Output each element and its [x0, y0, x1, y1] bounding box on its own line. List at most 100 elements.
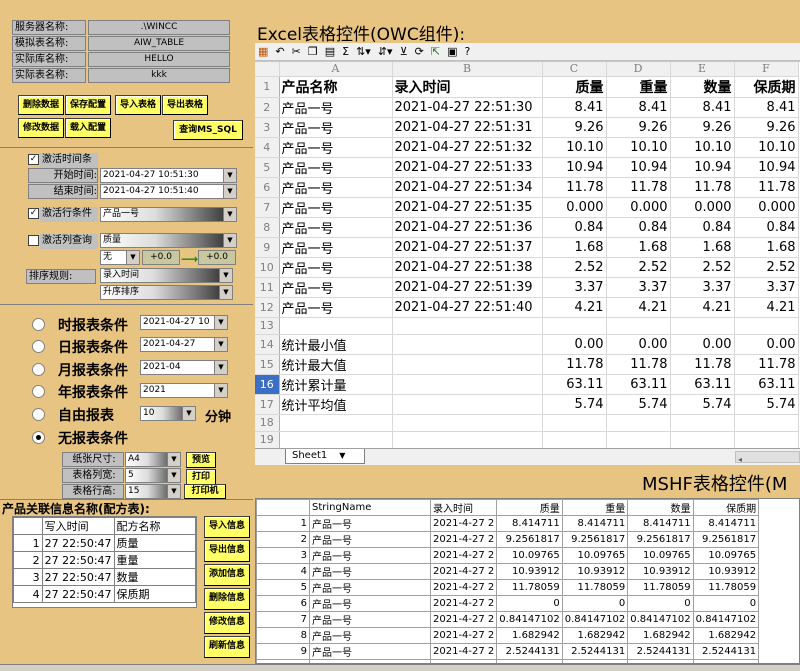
table-row[interactable]: 9 产品一号 2021-4-27 2 2.5244131 2.5244131 2.5244…	[256, 643, 760, 660]
table-row[interactable]: 2 产品一号 2021-4-27 2 9.2561817 9.2561817 9.2561…	[256, 531, 760, 548]
cell[interactable]: 0.84147102	[496, 611, 563, 628]
cell[interactable]: 2.52	[606, 257, 671, 278]
table-row[interactable]: 1 27 22:50:47 质量	[13, 534, 196, 552]
cell[interactable]: 10.94	[670, 157, 735, 178]
year-report-radio[interactable]	[32, 385, 45, 398]
delete-info-button[interactable]: 删除信息	[204, 588, 250, 610]
month-report-radio[interactable]	[32, 363, 45, 376]
table-row[interactable]: 4 产品一号 2021-04-27 22:51:32 10.10 10.10 10.10 1…	[255, 137, 799, 158]
table-row[interactable]: 16 统计累计量 63.11 63.11 63.11 63.11	[255, 374, 799, 395]
cell[interactable]	[606, 317, 671, 335]
autosum-icon[interactable]: Σ	[342, 45, 349, 58]
cell[interactable]: 9.26	[606, 117, 671, 138]
cell[interactable]: 1.682942	[561, 627, 629, 644]
import-info-button[interactable]: 导入信息	[204, 516, 250, 538]
row-header[interactable]: 3	[255, 117, 280, 138]
cell[interactable]	[279, 431, 393, 448]
edit-data-button[interactable]: 修改数据	[18, 118, 64, 138]
start-time-picker[interactable]: 2021-04-27 10:51:30 ▼	[100, 168, 237, 183]
cell[interactable]: 录入时间	[392, 76, 543, 98]
cell[interactable]: 11.78	[542, 354, 607, 375]
chevron-down-icon[interactable]: ▼	[223, 208, 236, 221]
cell[interactable]: 2021-04-27 22:51:39	[392, 277, 543, 298]
cell[interactable]: 3.37	[606, 277, 671, 298]
cell[interactable]: 2.52	[670, 257, 735, 278]
sort-descending-icon[interactable]: ⇵▾	[378, 45, 393, 58]
row-header[interactable]: 9	[255, 237, 280, 258]
row-header[interactable]: 4	[255, 137, 280, 158]
table-row[interactable]: 2 27 22:50:47 重量	[13, 551, 196, 569]
cell[interactable]: 1.682942	[496, 627, 563, 644]
sort-field-select[interactable]: 录入时间 ▼	[100, 268, 233, 283]
cell[interactable]: 10.09765	[692, 547, 760, 564]
load-config-button[interactable]: 载入配置	[65, 118, 111, 138]
cell[interactable]: 0.84	[542, 217, 607, 238]
column-header[interactable]: A	[279, 62, 393, 77]
cell[interactable]: 0.84	[734, 217, 799, 238]
cell[interactable]: 0	[627, 595, 694, 612]
cell[interactable]: 9.2561817	[692, 531, 760, 548]
paper-size-select[interactable]: A4 ▼	[125, 452, 181, 467]
cell[interactable]	[734, 414, 799, 432]
add-info-button[interactable]: 添加信息	[204, 564, 250, 586]
cell[interactable]: 8.41	[734, 97, 799, 118]
cell[interactable]: 产品一号	[279, 97, 393, 118]
cell[interactable]: 产品一号	[309, 563, 431, 580]
cell[interactable]: 0	[692, 595, 760, 612]
cell[interactable]: 9.2561817	[561, 531, 629, 548]
cell[interactable]: 2021-4-27 2	[429, 547, 498, 564]
table-row[interactable]: 5 产品一号 2021-4-27 2 11.78059 11.78059 11.78059…	[256, 579, 760, 596]
row-header[interactable]: 18	[255, 414, 280, 432]
month-report-picker[interactable]: 2021-04 ▼	[140, 360, 228, 375]
cell[interactable]: 0.00	[542, 334, 607, 355]
cell[interactable]: 0.84147102	[692, 611, 760, 628]
cell[interactable]	[542, 431, 607, 448]
cell[interactable]: 10.93912	[561, 563, 629, 580]
table-row[interactable]: 6 产品一号 2021-04-27 22:51:34 11.78 11.78 11.78 1…	[255, 177, 799, 198]
excel-spreadsheet[interactable]: ABCDEF 1 产品名称 录入时间 质量 重量 数量 保质期 2 产品一号 2021-04-27…	[255, 62, 800, 448]
col-query-checkbox[interactable]	[28, 235, 39, 246]
cell[interactable]: 63.11	[606, 374, 671, 395]
cell[interactable]: 2021-04-27 22:51:37	[392, 237, 543, 258]
chevron-down-icon[interactable]: ▼	[167, 469, 180, 482]
cell[interactable]: 产品一号	[309, 515, 431, 532]
grid-header[interactable]: 质量	[496, 499, 563, 516]
cell[interactable]: 8.41	[606, 97, 671, 118]
cell[interactable]: 9.2561817	[496, 531, 563, 548]
free-report-radio[interactable]	[32, 408, 45, 421]
grid-header[interactable]: 保质期	[692, 499, 760, 516]
chevron-down-icon[interactable]: ▼	[182, 407, 195, 420]
cell[interactable]: 11.78	[670, 177, 735, 198]
cell[interactable]: 1.682942	[692, 627, 760, 644]
chevron-down-icon[interactable]: ▼	[223, 169, 236, 182]
cell[interactable]	[392, 394, 543, 415]
cell[interactable]: 产品一号	[279, 157, 393, 178]
row-header[interactable]: 12	[255, 297, 280, 318]
cell[interactable]: 2021-4-27 2	[429, 643, 498, 660]
row-header[interactable]: 17	[255, 394, 280, 415]
cell[interactable]: 3.37	[670, 277, 735, 298]
cell[interactable]: 2021-04-27 22:51:33	[392, 157, 543, 178]
cell[interactable]: 产品一号	[309, 579, 431, 596]
col-query-select[interactable]: 质量 ▼	[100, 233, 237, 248]
cell[interactable]: 1.682942	[627, 627, 694, 644]
cell[interactable]: 11.78059	[692, 579, 760, 596]
export-table-button[interactable]: 导出表格	[162, 95, 208, 115]
row-header[interactable]: 14	[255, 334, 280, 355]
print-button[interactable]: 打印	[186, 469, 216, 485]
cell[interactable]: 10.09765	[496, 547, 563, 564]
cell[interactable]: 产品一号	[279, 217, 393, 238]
cell[interactable]: 2.5244131	[627, 643, 694, 660]
cell[interactable]: 2021-4-27 2	[429, 611, 498, 628]
cell[interactable]: 产品一号	[309, 531, 431, 548]
cell[interactable]: 0.00	[670, 334, 735, 355]
cell[interactable]: 2021-04-27 22:51:30	[392, 97, 543, 118]
cell[interactable]: 10.09765	[627, 547, 694, 564]
scroll-left-icon[interactable]: ◂	[738, 455, 742, 464]
cell[interactable]: 1.68	[542, 237, 607, 258]
cell[interactable]: 2021-04-27 22:51:31	[392, 117, 543, 138]
chevron-down-icon[interactable]: ▼	[339, 451, 345, 460]
cell[interactable]: 5.74	[734, 394, 799, 415]
cell[interactable]	[670, 431, 735, 448]
cell[interactable]: 2021-04-27 22:51:35	[392, 197, 543, 218]
